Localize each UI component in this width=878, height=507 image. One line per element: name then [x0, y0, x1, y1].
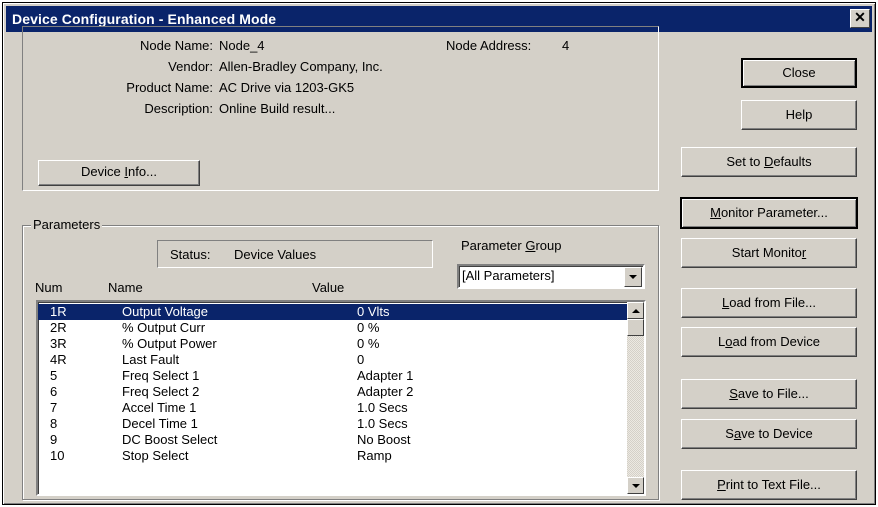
- parameter-group-select[interactable]: [All Parameters]: [457, 264, 645, 289]
- set-to-defaults-button[interactable]: Set to Defaults: [681, 147, 857, 177]
- parameter-group-selected: [All Parameters]: [462, 268, 555, 283]
- parameter-num: 10: [50, 448, 65, 463]
- parameter-name: Output Voltage: [122, 304, 209, 319]
- device-info-button[interactable]: Device Info...: [38, 160, 200, 186]
- parameter-name: Accel Time 1: [122, 400, 197, 415]
- parameter-name: DC Boost Select: [122, 432, 218, 447]
- parameter-name: Stop Select: [122, 448, 189, 463]
- node-name-label: Node Name:: [140, 38, 213, 53]
- parameter-name: Decel Time 1: [122, 416, 198, 431]
- parameter-value: 0 Vlts: [357, 304, 390, 319]
- node-name-value: Node_4: [219, 38, 265, 53]
- parameter-row[interactable]: 7 Accel Time 1 1.0 Secs: [38, 400, 627, 416]
- parameter-value: 1.0 Secs: [357, 416, 408, 431]
- status-box: Status: Device Values: [157, 240, 433, 268]
- parameter-row[interactable]: 1R Output Voltage 0 Vlts: [38, 304, 627, 320]
- parameter-name: Last Fault: [122, 352, 180, 367]
- parameter-value: Adapter 1: [357, 368, 414, 383]
- parameters-group-title: Parameters: [31, 217, 103, 232]
- parameter-row[interactable]: 2R % Output Curr 0 %: [38, 320, 627, 336]
- scroll-down-icon[interactable]: [627, 477, 644, 494]
- parameter-num: 6: [50, 384, 58, 399]
- dropdown-arrow-icon[interactable]: [624, 267, 642, 287]
- parameter-num: 1R: [50, 304, 67, 319]
- parameter-num: 2R: [50, 320, 67, 335]
- close-button[interactable]: Close: [741, 58, 857, 88]
- parameter-row[interactable]: 3R % Output Power 0 %: [38, 336, 627, 352]
- parameter-value: 0 %: [357, 336, 380, 351]
- product-name-label: Product Name:: [126, 80, 213, 95]
- vendor-label: Vendor:: [168, 59, 213, 74]
- vendor-value: Allen-Bradley Company, Inc.: [219, 59, 383, 74]
- column-header-value: Value: [312, 280, 345, 295]
- parameter-num: 4R: [50, 352, 67, 367]
- save-to-device-button[interactable]: Save to Device: [681, 419, 857, 449]
- parameter-value: 0 %: [357, 320, 380, 335]
- parameter-value: No Boost: [357, 432, 411, 447]
- device-info-panel: Node Name: Node_4 Vendor: Allen-Bradley …: [22, 26, 659, 191]
- parameter-name: Freq Select 2: [122, 384, 200, 399]
- product-name-value: AC Drive via 1203-GK5: [219, 80, 355, 95]
- help-button[interactable]: Help: [741, 100, 857, 130]
- parameters-group: Parameters Status: Device Values Paramet…: [22, 217, 659, 500]
- print-to-text-file-button[interactable]: Print to Text File...: [681, 470, 857, 500]
- parameter-value: 0: [357, 352, 365, 367]
- scroll-thumb[interactable]: [627, 319, 644, 336]
- monitor-parameter-button[interactable]: Monitor Parameter...: [680, 197, 858, 229]
- parameter-num: 8: [50, 416, 58, 431]
- description-label: Description:: [144, 101, 213, 116]
- parameter-value: Adapter 2: [357, 384, 414, 399]
- parameter-row[interactable]: 8 Decel Time 1 1.0 Secs: [38, 416, 627, 432]
- load-from-file-button[interactable]: Load from File...: [681, 288, 857, 318]
- parameter-row[interactable]: 10 Stop Select Ramp: [38, 448, 627, 464]
- parameter-row[interactable]: 6 Freq Select 2 Adapter 2: [38, 384, 627, 400]
- load-from-device-button[interactable]: Load from Device: [681, 327, 857, 357]
- parameter-name: Freq Select 1: [122, 368, 200, 383]
- parameter-num: 3R: [50, 336, 67, 351]
- parameter-value: 1.0 Secs: [357, 400, 408, 415]
- parameter-row[interactable]: 4R Last Fault 0: [38, 352, 627, 368]
- status-value: Device Values: [234, 247, 317, 262]
- status-label: Status:: [170, 247, 211, 262]
- device-configuration-window: Device Configuration - Enhanced Mode ✕ N…: [2, 2, 876, 505]
- parameter-name: % Output Curr: [122, 320, 206, 335]
- parameter-row[interactable]: 5 Freq Select 1 Adapter 1: [38, 368, 627, 384]
- close-window-icon[interactable]: ✕: [850, 9, 870, 28]
- column-header-name: Name: [108, 280, 143, 295]
- node-address-label: Node Address:: [446, 38, 532, 53]
- scroll-up-icon[interactable]: [627, 302, 644, 319]
- window-title: Device Configuration - Enhanced Mode: [12, 11, 277, 27]
- parameters-list[interactable]: 1R Output Voltage 0 Vlts 2R % Output Curr 0 %…: [36, 300, 646, 496]
- parameter-row[interactable]: 9 DC Boost Select No Boost: [38, 432, 627, 448]
- description-value: Online Build result...: [219, 101, 336, 116]
- parameter-name: % Output Power: [122, 336, 217, 351]
- parameter-group-label: Parameter Group: [461, 238, 562, 253]
- parameter-value: Ramp: [357, 448, 392, 463]
- parameters-scrollbar[interactable]: [627, 302, 644, 494]
- start-monitor-button[interactable]: Start Monitor: [681, 238, 857, 268]
- column-header-num: Num: [35, 280, 63, 295]
- parameter-num: 9: [50, 432, 58, 447]
- node-address-value: 4: [562, 38, 570, 53]
- parameter-num: 7: [50, 400, 58, 415]
- parameter-num: 5: [50, 368, 58, 383]
- save-to-file-button[interactable]: Save to File...: [681, 379, 857, 409]
